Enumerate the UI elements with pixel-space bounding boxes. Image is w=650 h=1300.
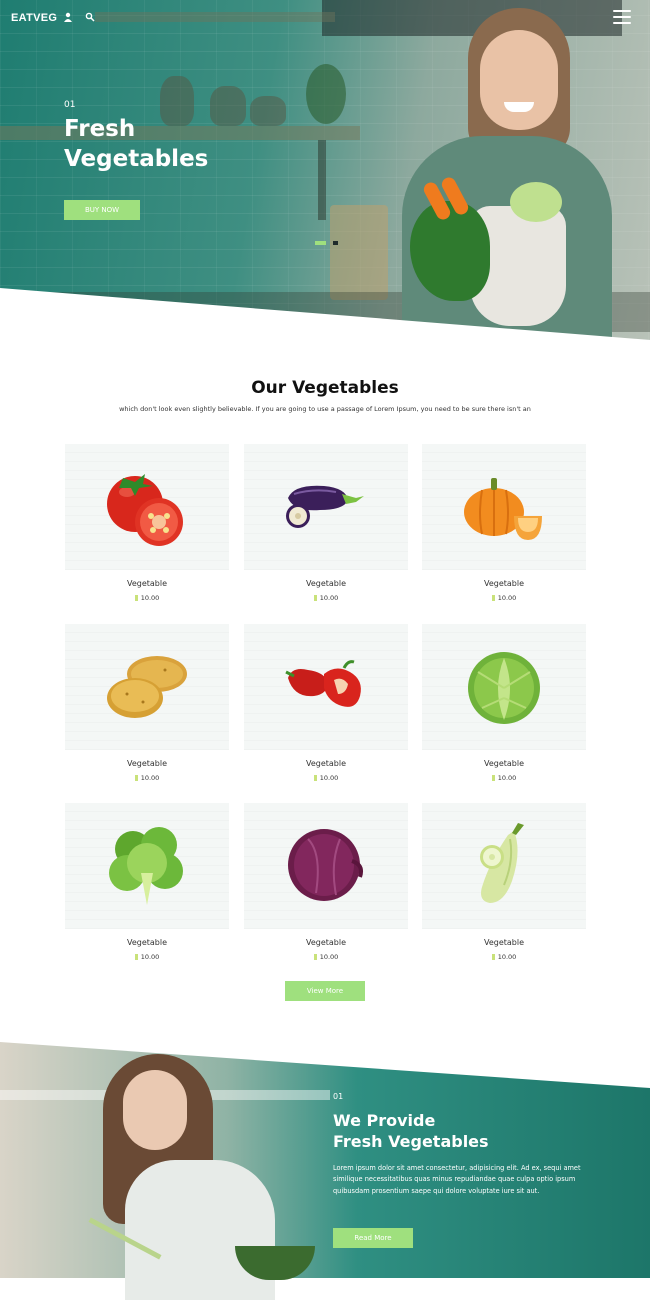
woman-with-vegetables-photo [380, 6, 620, 340]
currency-icon [313, 954, 317, 960]
product-name[interactable]: Vegetable [65, 759, 229, 768]
section-title: Our Vegetables [251, 378, 399, 398]
menu-bar [613, 10, 631, 12]
price-value: 10.00 [140, 953, 160, 961]
lettuce [510, 182, 562, 222]
price-value: 10.00 [140, 594, 160, 602]
about-title: We Provide Fresh Vegetables [333, 1110, 633, 1152]
about-number: 01 [333, 1092, 344, 1101]
currency-icon [313, 595, 317, 601]
top-navigation: EATVEG [0, 0, 650, 36]
currency-icon [134, 775, 138, 781]
product-card[interactable]: Vegetable 10.00 [244, 624, 408, 782]
product-price: 10.00 [65, 774, 229, 782]
hero-title: Fresh Vegetables [64, 114, 284, 174]
hero-title-line: Vegetables [64, 146, 209, 172]
product-name[interactable]: Vegetable [65, 579, 229, 588]
product-name[interactable]: Vegetable [422, 759, 586, 768]
product-card[interactable]: Vegetable 10.00 [422, 444, 586, 602]
eggplant-icon [286, 485, 364, 528]
product-price: 10.00 [422, 594, 586, 602]
potato-icon [107, 656, 187, 718]
slider-dots [315, 241, 340, 260]
product-card[interactable]: Vegetable 10.00 [65, 624, 229, 782]
shirt [125, 1160, 275, 1300]
section-subtitle: which don't look even slightly believabl… [119, 405, 531, 413]
currency-icon [491, 595, 495, 601]
view-more-button[interactable]: View More [285, 981, 365, 1001]
about-title-line: Fresh Vegetables [333, 1132, 489, 1151]
red-pepper-icon [285, 660, 361, 707]
plant-pot [306, 64, 346, 124]
product-image[interactable] [65, 624, 229, 750]
product-image[interactable] [65, 444, 229, 570]
hero-title-line: Fresh [64, 116, 136, 142]
cabbage-icon [468, 652, 540, 724]
user-icon[interactable] [63, 12, 73, 22]
product-name[interactable]: Vegetable [244, 938, 408, 947]
product-card[interactable]: Vegetable 10.00 [65, 444, 229, 602]
product-image[interactable] [244, 803, 408, 929]
face [480, 30, 558, 130]
currency-icon [491, 954, 495, 960]
price-value: 10.00 [140, 774, 160, 782]
menu-icon[interactable] [613, 10, 631, 24]
pumpkin-icon [464, 478, 542, 540]
price-value: 10.00 [319, 953, 339, 961]
buy-now-button[interactable]: BUY NOW [64, 200, 140, 220]
product-image[interactable] [422, 624, 586, 750]
product-card[interactable]: Vegetable 10.00 [244, 803, 408, 961]
product-name[interactable]: Vegetable [244, 579, 408, 588]
face [123, 1070, 187, 1150]
menu-bar [613, 16, 631, 18]
product-price: 10.00 [422, 774, 586, 782]
product-price: 10.00 [244, 953, 408, 961]
red-cabbage-icon [288, 829, 363, 901]
product-name[interactable]: Vegetable [244, 759, 408, 768]
read-more-button[interactable]: Read More [333, 1228, 413, 1248]
currency-icon [491, 775, 495, 781]
product-price: 10.00 [65, 953, 229, 961]
product-image[interactable] [65, 803, 229, 929]
product-image[interactable] [422, 803, 586, 929]
tomato-icon [107, 474, 183, 546]
woman-tossing-salad-photo [85, 1050, 325, 1300]
product-card[interactable]: Vegetable 10.00 [422, 624, 586, 782]
product-image[interactable] [422, 444, 586, 570]
product-price: 10.00 [65, 594, 229, 602]
zucchini-icon [480, 823, 524, 903]
currency-icon [313, 775, 317, 781]
currency-icon [134, 954, 138, 960]
shelf-bracket [318, 140, 326, 220]
product-name[interactable]: Vegetable [422, 579, 586, 588]
about-text: Lorem ipsum dolor sit amet consectetur, … [333, 1164, 581, 1195]
product-price: 10.00 [422, 953, 586, 961]
product-price: 10.00 [244, 594, 408, 602]
about-title-line: We Provide [333, 1111, 436, 1130]
price-value: 10.00 [319, 594, 339, 602]
slide-number: 01 [64, 100, 76, 110]
search-icon[interactable] [85, 12, 95, 22]
price-value: 10.00 [497, 953, 517, 961]
product-image[interactable] [244, 624, 408, 750]
currency-icon [134, 595, 138, 601]
hero-banner: EATVEG 01 Fresh Vegetables BUY NOW [0, 0, 650, 340]
product-card[interactable]: Vegetable 10.00 [244, 444, 408, 602]
menu-bar [613, 22, 631, 24]
price-value: 10.00 [497, 594, 517, 602]
slider-dot-active[interactable] [315, 241, 326, 245]
lettuce-icon [109, 827, 183, 905]
product-card[interactable]: Vegetable 10.00 [65, 803, 229, 961]
site-logo[interactable]: EATVEG [11, 12, 57, 24]
slider-dot[interactable] [333, 241, 339, 245]
product-image[interactable] [244, 444, 408, 570]
product-name[interactable]: Vegetable [65, 938, 229, 947]
product-card[interactable]: Vegetable 10.00 [422, 803, 586, 961]
price-value: 10.00 [497, 774, 517, 782]
price-value: 10.00 [319, 774, 339, 782]
product-price: 10.00 [244, 774, 408, 782]
product-name[interactable]: Vegetable [422, 938, 586, 947]
